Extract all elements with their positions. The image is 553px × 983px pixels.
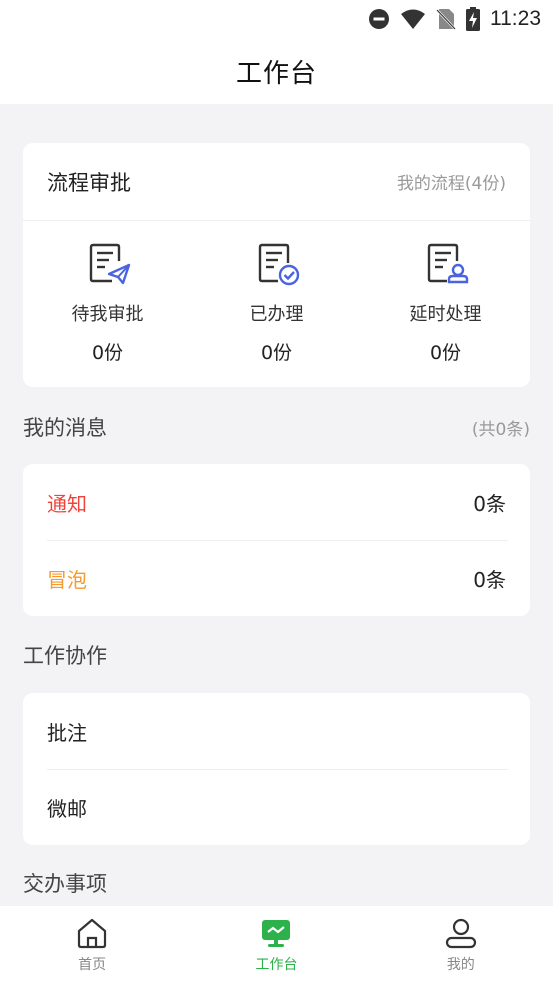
assign-section-header: 交办事项 [23,868,530,898]
bubble-row[interactable]: 冒泡 0条 [23,540,530,616]
annotation-row[interactable]: 批注 [23,693,530,769]
process-approval-header: 流程审批 我的流程(4份) [23,143,530,221]
app-header: 工作台 [0,38,553,104]
no-sim-icon [436,9,456,30]
notice-count: 0条 [473,491,506,516]
status-time: 11:23 [490,7,541,30]
messages-section-header: 我的消息 (共0条) [23,412,530,442]
monitor-icon [262,920,291,947]
messages-card: 通知 0条 冒泡 0条 [23,464,530,616]
document-check-icon [258,243,299,286]
pending-approval-label: 待我审批 [71,304,144,325]
pending-approval-item[interactable]: 待我审批 0份 [23,221,192,386]
page-title: 工作台 [235,58,317,89]
bubble-label: 冒泡 [47,567,87,592]
my-process-link[interactable]: 我的流程(4份) [397,169,506,194]
pending-approval-count: 0份 [91,342,124,364]
approval-status-row: 待我审批 0份 已办理 0份 延时处理 0份 [23,221,530,386]
status-icons: 11:23 [368,6,541,32]
user-icon [445,918,476,949]
delayed-item[interactable]: 延时处理 0份 [361,221,530,386]
collab-section-title: 工作协作 [23,644,107,668]
do-not-disturb-icon [369,9,389,29]
tab-workbench-label: 工作台 [255,957,298,973]
handled-count: 0份 [260,342,293,364]
document-send-icon [89,243,130,285]
document-user-icon [427,243,468,284]
messages-total: (共0条) [471,419,530,440]
micro-mail-label: 微邮 [47,796,87,821]
home-icon [78,918,107,949]
battery-charging-icon [466,7,480,31]
process-approval-title: 流程审批 [47,170,131,195]
tab-mine-label: 我的 [446,957,475,973]
tab-workbench[interactable]: 工作台 [184,906,368,983]
status-bar: 11:23 [0,0,553,38]
micro-mail-row[interactable]: 微邮 [23,769,530,845]
bubble-count: 0条 [473,567,506,592]
annotation-label: 批注 [47,720,87,745]
delayed-label: 延时处理 [409,304,482,325]
process-approval-card: 流程审批 我的流程(4份) 待我审批 0份 已办理 0份 延时处理 0份 [23,143,530,387]
delayed-count: 0份 [429,342,462,364]
messages-section-title: 我的消息 [23,416,107,440]
assign-section-title: 交办事项 [23,872,107,896]
tab-home[interactable]: 首页 [0,906,184,983]
tab-mine[interactable]: 我的 [369,906,553,983]
notice-label: 通知 [47,491,87,516]
handled-item[interactable]: 已办理 0份 [192,221,361,386]
handled-label: 已办理 [249,304,304,325]
collab-section-header: 工作协作 [23,640,530,670]
notice-row[interactable]: 通知 0条 [23,464,530,540]
collab-card: 批注 微邮 [23,693,530,845]
wifi-icon [401,9,425,29]
tab-home-label: 首页 [78,957,107,973]
bottom-tab-bar: 首页 工作台 我的 [0,906,553,983]
